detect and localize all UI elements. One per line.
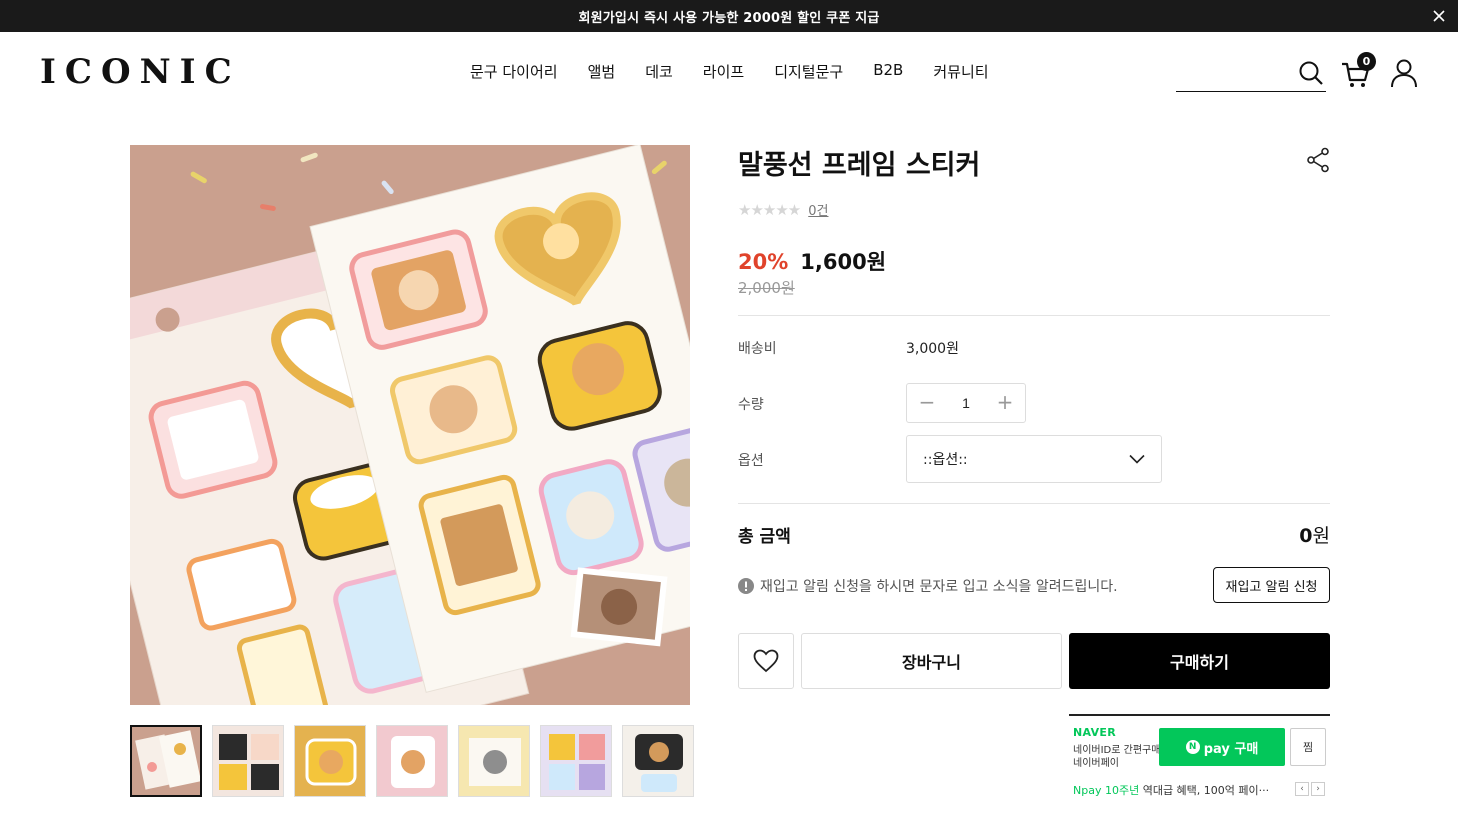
search-input[interactable]: [1176, 56, 1296, 90]
quantity-stepper: − +: [906, 383, 1026, 423]
user-icon[interactable]: [1390, 58, 1418, 88]
sticker-sheet-illustration: [130, 145, 690, 705]
shipping-value: 3,000원: [906, 341, 959, 357]
add-to-cart-button[interactable]: 장바구니: [801, 633, 1062, 689]
naver-promo-highlight: Npay 10주년: [1073, 784, 1140, 797]
nav-item-b2b[interactable]: B2B: [873, 61, 903, 82]
total-price: 0원: [1299, 521, 1330, 548]
minus-icon[interactable]: −: [917, 392, 937, 413]
thumbnail-image: [623, 726, 693, 796]
quantity-input[interactable]: [946, 395, 986, 411]
sale-price: 1,600원: [800, 250, 887, 274]
option-selected-value: ::옵션::: [923, 452, 968, 468]
product-main-image: [130, 145, 690, 705]
shipping-label: 배송비: [738, 341, 777, 357]
thumbnail-image: [295, 726, 365, 796]
naver-zzim-button[interactable]: 찜: [1290, 728, 1326, 766]
thumbnail-image: [132, 727, 200, 795]
search-icon[interactable]: [1298, 60, 1324, 86]
thumbnail-image: [541, 726, 611, 796]
discount-rate: 20%: [738, 250, 789, 274]
thumbnail-2[interactable]: [212, 725, 284, 797]
wishlist-button[interactable]: [738, 633, 794, 689]
option-label: 옵션: [738, 453, 764, 469]
nav-item-life[interactable]: 라이프: [703, 61, 744, 82]
thumbnail-image: [213, 726, 283, 796]
price-row: 20% 1,600원: [738, 246, 886, 276]
share-icon[interactable]: [1306, 147, 1330, 173]
quantity-label: 수량: [738, 397, 764, 413]
plus-icon[interactable]: +: [995, 392, 1015, 413]
search-box: [1176, 56, 1326, 92]
naver-pay-button[interactable]: N pay 구매: [1159, 728, 1285, 766]
thumbnail-6[interactable]: [540, 725, 612, 797]
review-count-link[interactable]: 0건: [808, 200, 828, 219]
thumbnail-5[interactable]: [458, 725, 530, 797]
naver-pay-label: pay 구매: [1203, 741, 1259, 757]
main-nav: 문구 다이어리 앨범 데코 라이프 디지털문구 B2B 커뮤니티: [470, 61, 1019, 82]
option-select[interactable]: ::옵션::: [906, 435, 1162, 483]
thumbnail-image: [377, 726, 447, 796]
naver-pay-widget: NAVER 네이버ID로 간편구매 네이버페이 N pay 구매 찜 Npay …: [1069, 714, 1330, 802]
chevron-down-icon: [1129, 454, 1145, 464]
thumbnail-4[interactable]: [376, 725, 448, 797]
naver-brand: NAVER: [1073, 726, 1116, 739]
thumbnail-1[interactable]: [130, 725, 202, 797]
original-price: 2,000원: [738, 279, 795, 297]
divider: [738, 315, 1330, 316]
promo-banner: 회원가입시 즉시 사용 가능한 2000원 할인 쿠폰 지급: [0, 0, 1458, 32]
naver-promo-arrows: ‹ ›: [1295, 782, 1325, 796]
cart-count-badge: 0: [1357, 52, 1376, 71]
restock-alert-button[interactable]: 재입고 알림 신청: [1213, 567, 1330, 603]
thumbnail-image: [459, 726, 529, 796]
thumbnail-7[interactable]: [622, 725, 694, 797]
naver-promo[interactable]: Npay 10주년 역대급 혜택, 100억 페이···: [1073, 782, 1288, 798]
nav-item-deco[interactable]: 데코: [645, 61, 673, 82]
naver-n-icon: N: [1185, 740, 1200, 754]
naver-desc-2: 네이버페이: [1073, 758, 1119, 769]
star-rating: ★★★★★: [738, 200, 801, 219]
thumbnail-3[interactable]: [294, 725, 366, 797]
close-icon[interactable]: [1430, 7, 1448, 25]
product-title: 말풍선 프레임 스티커: [738, 150, 981, 181]
cart-button[interactable]: 0: [1340, 52, 1376, 90]
product-thumbnails: [130, 725, 694, 797]
info-icon: [738, 578, 754, 594]
total-label: 총 금액: [738, 527, 791, 547]
total-amount: 0: [1299, 525, 1313, 547]
nav-item-digital[interactable]: 디지털문구: [774, 61, 843, 82]
chevron-right-icon[interactable]: ›: [1311, 782, 1325, 796]
nav-item-album[interactable]: 앨범: [588, 61, 616, 82]
site-logo[interactable]: ICONIC: [40, 52, 241, 92]
buy-now-button[interactable]: 구매하기: [1069, 633, 1330, 689]
restock-notice: 재입고 알림 신청을 하시면 문자로 입고 소식을 알려드립니다.: [738, 576, 1118, 596]
heart-icon: [753, 649, 779, 673]
nav-item-community[interactable]: 커뮤니티: [933, 61, 988, 82]
divider: [738, 503, 1330, 504]
chevron-left-icon[interactable]: ‹: [1295, 782, 1309, 796]
promo-banner-text: 회원가입시 즉시 사용 가능한 2000원 할인 쿠폰 지급: [578, 10, 880, 26]
naver-promo-text: 역대급 혜택, 100억 페이···: [1139, 784, 1270, 797]
rating: ★★★★★ 0건: [738, 200, 828, 220]
total-unit: 원: [1312, 525, 1330, 547]
restock-notice-text: 재입고 알림 신청을 하시면 문자로 입고 소식을 알려드립니다.: [760, 579, 1118, 595]
nav-item-stationery-diary[interactable]: 문구 다이어리: [470, 61, 558, 82]
